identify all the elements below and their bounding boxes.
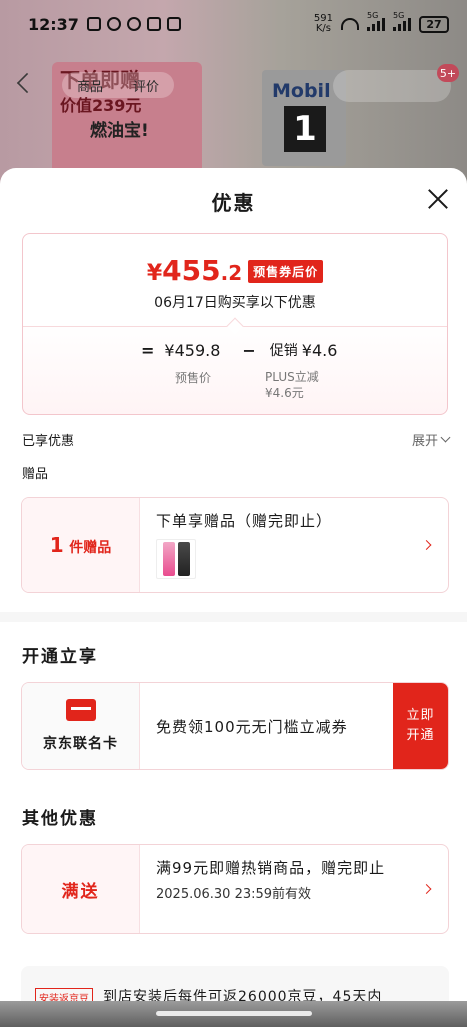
section-separator [0, 612, 467, 622]
battery-saver-icon [146, 17, 161, 31]
offers-sheet: 优惠 ¥ 455 .2 预售券后价 06月17日购买享以下优惠 = ¥459.8… [0, 168, 467, 1027]
status-time: 12:37 [28, 14, 79, 34]
gift-card[interactable]: 1 件赠品 下单享赠品（赠完即止） [21, 497, 449, 593]
minus-sign: − [242, 340, 256, 360]
plus-discount-amount: ¥4.6元 [265, 386, 304, 400]
expand-label: 展开 [411, 434, 438, 449]
other-offers-title: 其他优惠 [22, 809, 98, 829]
network-speed: 591 K/s [314, 14, 333, 34]
credit-card-icon [65, 699, 96, 721]
sheet-header: 优惠 [0, 168, 467, 232]
currency-symbol: ¥ [146, 261, 163, 286]
presale-price: ¥459.8 [164, 340, 221, 360]
price-integer: 455 [162, 254, 221, 287]
full-send-tag: 满送 [61, 881, 100, 902]
chevron-right-icon [421, 540, 432, 550]
expand-button[interactable]: 展开 [411, 430, 451, 449]
battery-level: 27 [426, 17, 442, 31]
gift-title: 下单享赠品（赠完即止） [156, 512, 333, 530]
open-now-line1: 立即 [406, 708, 435, 723]
gift-card-body: 下单享赠品（赠完即止） [140, 498, 448, 592]
presale-price-label: 预售价 [175, 371, 212, 385]
price-decimal: .2 [220, 261, 243, 285]
chevron-down-icon [440, 432, 451, 443]
signal-icon: 5G [367, 11, 385, 31]
full-send-panel: 满送 [22, 845, 140, 933]
status-right: 591 K/s 5G 5G 27 [314, 11, 449, 34]
full-send-title: 满99元即赠热销商品，赠完即止 [156, 859, 386, 877]
battery-icon: 27 [419, 15, 449, 33]
purchase-date-text: 06月17日购买享以下优惠 [154, 295, 316, 311]
background-promo-line3: 燃油宝! [90, 121, 149, 141]
gift-product-thumbnail [156, 539, 196, 579]
jd-card-body: 免费领100元无门槛立减券 立即 开通 [140, 683, 448, 769]
background-action-bar [333, 70, 451, 102]
price-calculation: = ¥459.8 − 促销 ¥4.6 [141, 340, 337, 360]
background-promo-line2: 价值239元 [60, 96, 142, 115]
jd-card-offer[interactable]: 京东联名卡 免费领100元无门槛立减券 立即 开通 [21, 682, 449, 770]
vibrate-icon [166, 17, 181, 31]
system-navigation-bar [0, 1001, 467, 1027]
status-bar: 12:37 591 K/s 5G 5G 27 [0, 0, 467, 48]
home-indicator[interactable] [156, 1011, 312, 1016]
price-tag-badge: 预售券后价 [248, 260, 324, 283]
enjoyed-offers-row: 已享优惠 展开 [22, 430, 451, 449]
headphones-icon [126, 17, 141, 31]
gift-heading: 赠品 [22, 467, 49, 482]
enjoyed-offers-label: 已享优惠 [22, 434, 75, 449]
gift-count-panel: 1 件赠品 [22, 498, 140, 592]
notification-icons [86, 17, 181, 31]
jd-card-description: 免费领100元无门槛立减券 [156, 717, 348, 736]
full-send-offer-card[interactable]: 满送 满99元即赠热销商品，赠完即止 2025.06.30 23:59前有效 [21, 844, 449, 934]
sheet-title: 优惠 [211, 191, 256, 215]
signal-type-label: 5G [393, 11, 405, 20]
open-now-button[interactable]: 立即 开通 [393, 683, 448, 769]
gift-count-number: 1 [49, 533, 64, 557]
full-send-body: 满99元即赠热销商品，赠完即止 2025.06.30 23:59前有效 [140, 845, 448, 933]
plus-discount-label: PLUS立减 [265, 370, 319, 384]
price-card: ¥ 455 .2 预售券后价 06月17日购买享以下优惠 = ¥459.8 − … [22, 233, 448, 415]
jd-card-panel: 京东联名卡 [22, 683, 140, 769]
alarm-icon [106, 17, 121, 31]
wifi-icon [341, 18, 359, 30]
full-send-expiry: 2025.06.30 23:59前有效 [156, 887, 312, 902]
promo-label: 促销 [269, 343, 298, 359]
gift-count: 1 件赠品 [50, 533, 112, 557]
network-speed-unit: K/s [315, 23, 332, 34]
final-price: ¥ 455 .2 预售券后价 [23, 254, 447, 287]
signal-icon: 5G [393, 11, 411, 31]
nfc-icon [86, 17, 101, 31]
background-brand-text: Mobil [272, 80, 331, 102]
signal-type-label: 5G [367, 11, 379, 20]
open-now-line2: 开通 [406, 728, 435, 743]
background-brand-number: 1 [284, 106, 326, 152]
open-to-enjoy-title: 开通立享 [22, 647, 98, 667]
cart-count-badge: 5+ [437, 64, 459, 82]
gift-count-unit: 件赠品 [69, 540, 112, 556]
plus-discount: PLUS立减 ¥4.6元 [265, 369, 319, 401]
divider-notch [226, 317, 244, 335]
promo-amount: ¥4.6 [301, 340, 338, 360]
close-button[interactable] [427, 188, 449, 210]
equals-sign: = [141, 340, 155, 360]
jd-card-name: 京东联名卡 [43, 736, 118, 752]
